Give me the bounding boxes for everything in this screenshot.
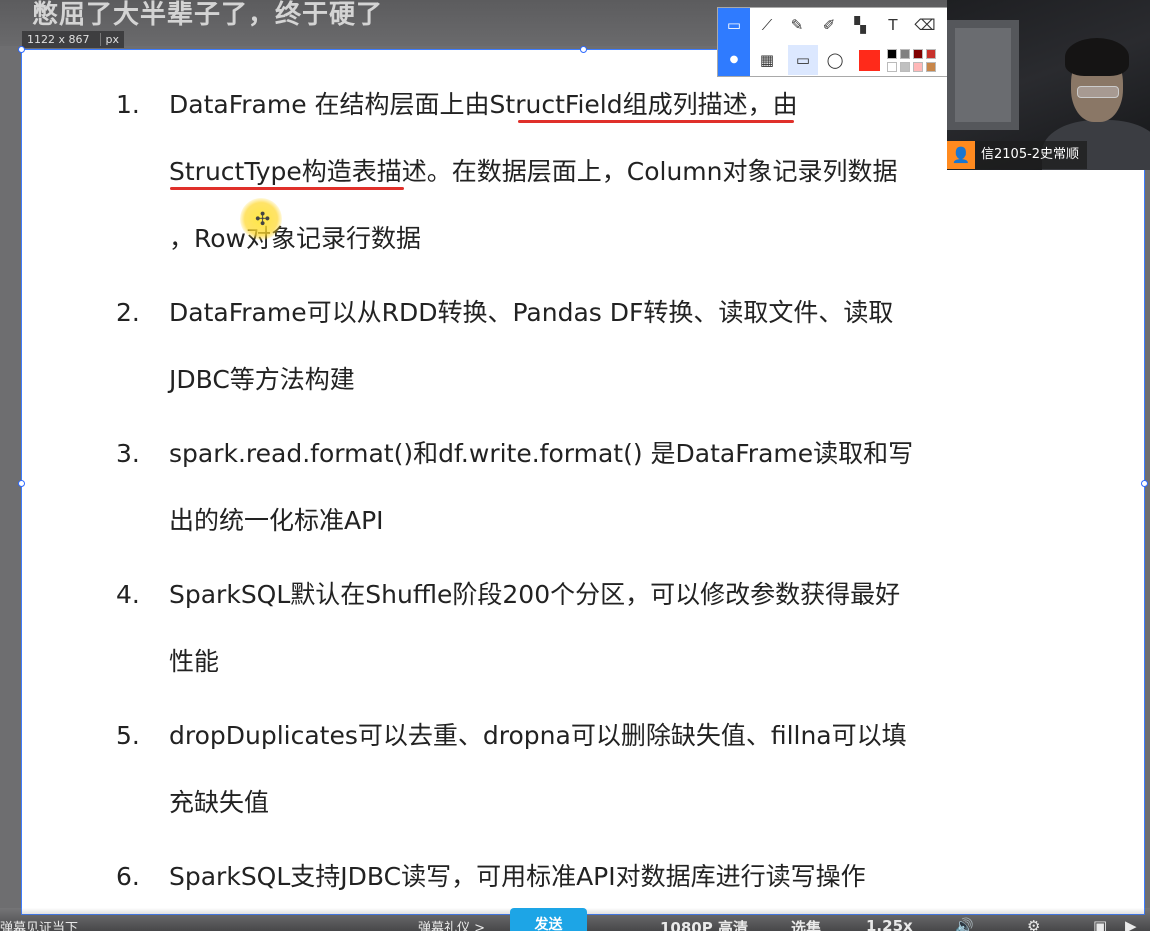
selected-color-swatch[interactable]: [859, 50, 880, 71]
item-number: 6.: [116, 862, 140, 891]
color-swatch[interactable]: [900, 49, 910, 59]
participant-name-tag: 👤 信2105-2史常顺: [947, 141, 1088, 169]
episodes-button[interactable]: 选集: [791, 917, 821, 931]
text-span: ，由: [747, 90, 798, 119]
danmaku-etiquette-link[interactable]: 弹幕礼仪 >: [418, 917, 485, 931]
ellipse-icon[interactable]: ◯: [820, 45, 850, 75]
fullscreen-icon[interactable]: ▶: [1125, 917, 1137, 931]
move-cursor-icon: ✣: [255, 209, 271, 230]
danmaku-input-hint[interactable]: 弹幕见证当下: [0, 917, 78, 931]
resize-handle-right[interactable]: [1141, 480, 1148, 487]
text-span: 。在数据层面上，Column对象记录列数据: [426, 157, 898, 186]
item-line: DataFrame 在结构层面上由StructField组成列描述，由: [169, 90, 798, 120]
item-line: SparkSQL支持JDBC读写，可用标准API对数据库进行读写操作: [169, 862, 866, 891]
item-line: 充缺失值: [169, 788, 270, 817]
line-icon[interactable]: ⟋: [752, 10, 782, 40]
color-swatch[interactable]: [926, 49, 936, 59]
red-underline: [518, 120, 794, 123]
selection-size-badge: 1122 x 867 px: [22, 31, 124, 48]
annotation-toolbar: ▭ ⟋ ✎ ✐ ▚ T ⌫ ● ▦ ▭ ◯: [717, 7, 949, 77]
item-number: 4.: [116, 580, 140, 609]
participant-name: 信2105-2史常顺: [981, 147, 1080, 162]
selection-size-value: 1122 x 867: [27, 33, 90, 46]
color-swatch[interactable]: [887, 49, 897, 59]
pen-icon[interactable]: ✎: [782, 10, 812, 40]
item-number: 1.: [116, 90, 140, 119]
background-window: [947, 20, 1019, 130]
text-icon[interactable]: T: [878, 10, 908, 40]
volume-icon[interactable]: 🔊: [955, 917, 974, 931]
color-swatch[interactable]: [913, 49, 923, 59]
item-line: StructType构造表描述。在数据层面上，Column对象记录列数据: [169, 157, 898, 187]
highlight-text: StructType构造表描述: [169, 157, 427, 186]
user-avatar-icon: 👤: [947, 141, 975, 169]
item-line: spark.read.format()和df.write.format() 是D…: [169, 439, 914, 468]
mosaic-fill-icon[interactable]: ▦: [752, 45, 782, 75]
person-hair: [1065, 38, 1129, 76]
highlight-text: StructField组成列描述: [489, 90, 748, 119]
slide: 1. DataFrame 在结构层面上由StructField组成列描述，由 S…: [18, 46, 1148, 915]
resize-handle-top[interactable]: [580, 46, 587, 53]
text-span: DataFrame 在结构层面上由: [169, 90, 490, 119]
glasses: [1077, 86, 1119, 98]
resize-handle-left[interactable]: [18, 480, 25, 487]
color-swatch[interactable]: [913, 62, 923, 72]
select-shape-icon[interactable]: ▭: [719, 10, 749, 40]
item-line: 性能: [169, 647, 220, 676]
speed-button[interactable]: 1.25x: [866, 917, 913, 931]
settings-icon[interactable]: ⚙: [1027, 917, 1040, 931]
top-caption: 憋屈了大半辈子了，终于硬了: [32, 0, 384, 30]
player-bottom-bar: 弹幕见证当下 弹幕礼仪 > 发送 1080P 高清 选集 1.25x 🔊 ⚙ ▣…: [0, 908, 1150, 931]
item-number: 5.: [116, 721, 140, 750]
red-underline: [170, 187, 404, 190]
color-swatch[interactable]: [900, 62, 910, 72]
eraser-icon[interactable]: ⌫: [910, 10, 940, 40]
item-line: 出的统一化标准API: [169, 506, 384, 535]
pip-icon[interactable]: ▣: [1093, 917, 1107, 931]
item-line: dropDuplicates可以去重、dropna可以删除缺失值、fillna可…: [169, 721, 907, 750]
mosaic-icon[interactable]: ▚: [845, 10, 875, 40]
item-line: JDBC等方法构建: [169, 365, 355, 394]
quality-button[interactable]: 1080P 高清: [660, 917, 748, 931]
item-line: SparkSQL默认在Shuffle阶段200个分区，可以修改参数获得最好: [169, 580, 901, 609]
item-line: ，Row对象记录行数据: [169, 224, 421, 253]
color-swatch[interactable]: [926, 62, 936, 72]
selection-size-unit: px: [99, 33, 119, 46]
stroke-size-icon[interactable]: ●: [719, 45, 749, 75]
send-button[interactable]: 发送: [510, 908, 587, 931]
color-swatch[interactable]: [887, 62, 897, 72]
rectangle-icon[interactable]: ▭: [788, 45, 818, 75]
item-number: 2.: [116, 298, 140, 327]
highlighter-icon[interactable]: ✐: [814, 10, 844, 40]
resize-handle-top-left[interactable]: [18, 46, 25, 53]
item-number: 3.: [116, 439, 140, 468]
item-line: DataFrame可以从RDD转换、Pandas DF转换、读取文件、读取: [169, 298, 894, 327]
